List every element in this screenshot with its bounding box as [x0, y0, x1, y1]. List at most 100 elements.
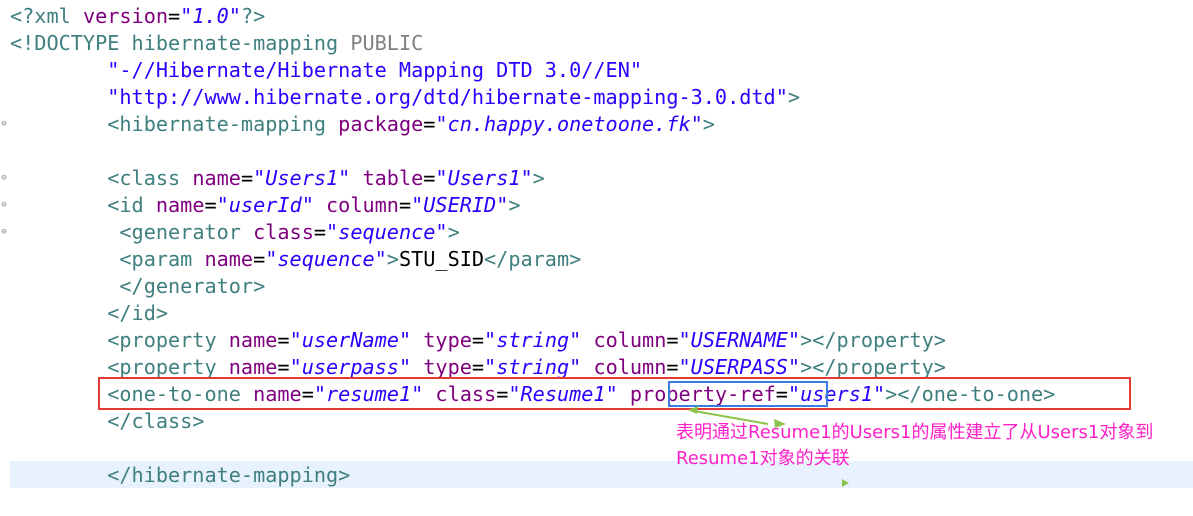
code-token-val: "string" — [484, 355, 582, 379]
code-token-val: "Users1" — [253, 166, 351, 190]
code-token-tag: > — [532, 166, 545, 190]
code-token-attr: name — [228, 355, 278, 379]
code-token-pi: ?> — [240, 4, 266, 28]
code-token-tag: </param> — [484, 247, 582, 271]
code-line[interactable]: </class> — [10, 408, 204, 435]
code-line[interactable]: <generator class="sequence"> — [10, 219, 460, 246]
code-token-attr: type — [423, 328, 472, 352]
code-token-tag: </generator> — [119, 274, 266, 298]
code-token-tag: <property — [107, 355, 229, 379]
code-token-plain: = — [168, 4, 181, 28]
code-token-plain: = — [666, 355, 679, 379]
code-token-val: "USERID" — [411, 193, 509, 217]
code-token-plain: = — [423, 112, 436, 136]
code-line[interactable]: <hibernate-mapping package="cn.happy.one… — [10, 111, 715, 138]
code-token-plain: = — [471, 355, 485, 379]
code-token-attr: column — [593, 328, 667, 352]
fold-toggle-icon[interactable]: ⊖ — [0, 120, 8, 129]
code-token-str: "-//Hibernate/Hibernate Mapping DTD 3.0/… — [107, 58, 643, 82]
code-line[interactable]: "http://www.hibernate.org/dtd/hibernate-… — [10, 84, 800, 111]
code-token-tag: hibernate-mapping — [131, 31, 351, 55]
code-token-tag: </class> — [107, 409, 205, 433]
code-token-tag: > — [787, 85, 801, 109]
code-line[interactable]: <!DOCTYPE hibernate-mapping PUBLIC — [10, 30, 423, 57]
code-line[interactable]: <?xml version="1.0"?> — [10, 3, 265, 30]
property-ref-highlight-box — [668, 381, 828, 407]
code-token-plain: = — [398, 193, 412, 217]
code-token-attr: version — [82, 4, 169, 28]
code-token-attr: column — [326, 193, 399, 217]
xml-editor[interactable]: ⊖ ⊖ ⊖ ⊖ <?xml version="1.0"?> <!DOCTYPE hibe… — [0, 0, 1193, 516]
code-line[interactable]: <param name="sequence">STU_SID</param> — [10, 246, 581, 273]
code-token-val: "sequence" — [265, 247, 387, 271]
code-token-plain: STU_SID — [398, 247, 485, 271]
code-token-doctype-kw: PUBLIC — [350, 31, 424, 55]
code-line[interactable]: <class name="Users1" table="Users1"> — [10, 165, 545, 192]
code-line[interactable]: <property name="userName" type="string" … — [10, 327, 946, 354]
code-token-tag: ></property> — [800, 328, 946, 352]
editor-gutter: ⊖ ⊖ ⊖ ⊖ — [0, 0, 10, 516]
fold-toggle-icon[interactable]: ⊖ — [0, 174, 8, 183]
code-token-plain: = — [204, 193, 217, 217]
code-token-attr: name — [228, 328, 278, 352]
code-token-val: "userpass" — [289, 355, 412, 379]
code-token-val: "Users1" — [435, 166, 533, 190]
code-token-attr: table — [362, 166, 424, 190]
code-token-plain: = — [471, 328, 485, 352]
code-line[interactable]: </id> — [10, 300, 168, 327]
code-token-attr: name — [192, 166, 241, 190]
annotation-note: 表明通过Resume1的Users1的属性建立了从Users1对象到Resume… — [676, 422, 1154, 469]
code-token-val: "userName" — [289, 328, 412, 352]
code-token-val: "userId" — [216, 193, 314, 217]
code-token-plain: = — [666, 328, 679, 352]
code-token-plain: = — [277, 355, 290, 379]
code-token-attr: name — [155, 193, 205, 217]
code-token-tag: > — [386, 247, 399, 271]
code-token-tag: <generator — [119, 220, 254, 244]
code-token-tag: > — [702, 112, 715, 136]
code-token-plain: = — [423, 166, 436, 190]
fold-toggle-icon[interactable]: ⊖ — [0, 201, 8, 210]
code-line[interactable]: <id name="userId" column="USERID"> — [10, 192, 521, 219]
code-line[interactable]: "-//Hibernate/Hibernate Mapping DTD 3.0/… — [10, 57, 642, 84]
code-token-str: "http://www.hibernate.org/dtd/hibernate-… — [107, 85, 788, 109]
code-token-tag: ></property> — [800, 355, 946, 379]
code-token-tag: <!DOCTYPE — [10, 31, 132, 55]
code-token-tag: <hibernate-mapping — [107, 112, 339, 136]
code-token-val: "1.0" — [180, 4, 241, 28]
code-token-attr: column — [593, 355, 667, 379]
code-token-val: "USERNAME" — [678, 328, 801, 352]
code-token-tag: <property — [107, 328, 229, 352]
code-token-tag: </hibernate-mapping> — [107, 463, 351, 487]
code-token-val: "sequence" — [326, 220, 448, 244]
code-token-tag: </id> — [107, 301, 169, 325]
code-token-tag: > — [508, 193, 521, 217]
code-line[interactable]: </hibernate-mapping> — [10, 462, 350, 489]
fold-toggle-icon[interactable]: ⊖ — [0, 228, 8, 237]
code-token-plain: = — [313, 220, 327, 244]
code-token-tag: <param — [119, 247, 205, 271]
code-token-tag: > — [447, 220, 460, 244]
code-token-tag: <class — [107, 166, 193, 190]
code-token-attr: package — [338, 112, 424, 136]
one-to-one-highlight-box — [98, 377, 1131, 410]
code-token-val: "string" — [484, 328, 582, 352]
code-line[interactable]: </generator> — [10, 273, 265, 300]
code-token-plain: = — [253, 247, 266, 271]
code-token-tag: <id — [107, 193, 156, 217]
